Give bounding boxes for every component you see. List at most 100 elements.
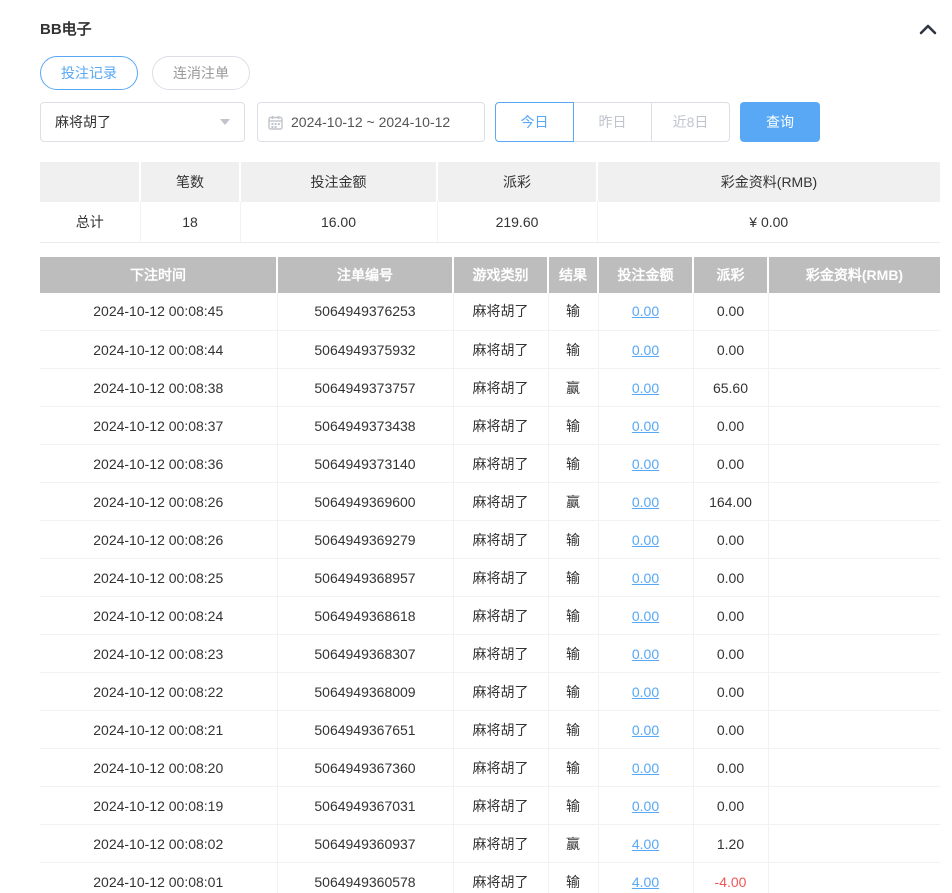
table-row: 2024-10-12 00:08:37 5064949373438 麻将胡了输 0.0… [40, 406, 940, 445]
last-8-days-button[interactable]: 近8日 [651, 102, 730, 142]
cell-result: 赢 [548, 482, 599, 521]
cell-game: 麻将胡了 [453, 710, 549, 749]
cell-bet: 0.00 [598, 672, 694, 711]
cell-bonus [768, 292, 940, 331]
cell-id: 5064949368957 [277, 558, 454, 597]
collapse-button[interactable] [916, 20, 940, 38]
panel-header: BB电子 [40, 18, 940, 39]
cell-game: 麻将胡了 [453, 406, 549, 445]
cell-bet: 0.00 [598, 292, 694, 331]
cell-bonus [768, 748, 940, 787]
cell-result: 输 [548, 710, 599, 749]
bet-amount-link[interactable]: 0.00 [632, 798, 659, 814]
summary-total-count: 18 [140, 202, 241, 243]
cell-id: 5064949367360 [277, 748, 454, 787]
bet-amount-link[interactable]: 0.00 [632, 722, 659, 738]
cell-payout: 0.00 [693, 406, 769, 445]
cell-payout: 0.00 [693, 292, 769, 331]
table-row: 2024-10-12 00:08:24 5064949368618 麻将胡了输 0.0… [40, 596, 940, 635]
table-row: 2024-10-12 00:08:23 5064949368307 麻将胡了输 0.0… [40, 634, 940, 673]
cell-bet: 0.00 [598, 634, 694, 673]
cell-id: 5064949376253 [277, 292, 454, 331]
cell-result: 输 [548, 596, 599, 635]
tab-bet-records[interactable]: 投注记录 [40, 56, 138, 90]
cell-bonus [768, 406, 940, 445]
cell-time: 2024-10-12 00:08:38 [40, 368, 278, 407]
bet-amount-link[interactable]: 0.00 [632, 494, 659, 510]
cell-bet: 0.00 [598, 368, 694, 407]
cell-payout: 1.20 [693, 824, 769, 863]
bet-amount-link[interactable]: 0.00 [632, 532, 659, 548]
cell-bonus [768, 672, 940, 711]
bet-amount-link[interactable]: 4.00 [632, 874, 659, 890]
cell-result: 输 [548, 748, 599, 787]
records-header-bet-id: 注单编号 [277, 256, 454, 293]
cell-bet: 0.00 [598, 748, 694, 787]
bet-amount-link[interactable]: 0.00 [632, 684, 659, 700]
game-select[interactable]: 麻将胡了 [40, 102, 245, 142]
tab-bar: 投注记录 连消注单 [40, 56, 940, 90]
bet-amount-link[interactable]: 0.00 [632, 342, 659, 358]
summary-total-payout: 219.60 [437, 202, 598, 243]
cell-payout: 0.00 [693, 786, 769, 825]
bet-amount-link[interactable]: 0.00 [632, 646, 659, 662]
cell-id: 5064949367031 [277, 786, 454, 825]
cell-bet: 0.00 [598, 406, 694, 445]
cell-bonus [768, 786, 940, 825]
cell-bonus [768, 710, 940, 749]
yesterday-button[interactable]: 昨日 [573, 102, 652, 142]
cell-id: 5064949368009 [277, 672, 454, 711]
date-range-input[interactable]: 2024-10-12 ~ 2024-10-12 [257, 102, 485, 142]
summary-header-count: 笔数 [140, 162, 241, 202]
cell-time: 2024-10-12 00:08:21 [40, 710, 278, 749]
cell-result: 输 [548, 292, 599, 331]
cell-result: 输 [548, 444, 599, 483]
cell-time: 2024-10-12 00:08:37 [40, 406, 278, 445]
bet-records-panel: BB电子 投注记录 连消注单 麻将胡了 2024-10-12 ~ 2024-10… [40, 0, 940, 893]
bet-amount-link[interactable]: 0.00 [632, 608, 659, 624]
cell-id: 5064949369600 [277, 482, 454, 521]
summary-total-bet-amount: 16.00 [240, 202, 438, 243]
bet-amount-link[interactable]: 0.00 [632, 303, 659, 319]
cell-id: 5064949367651 [277, 710, 454, 749]
cell-time: 2024-10-12 00:08:45 [40, 292, 278, 331]
cell-game: 麻将胡了 [453, 672, 549, 711]
cell-game: 麻将胡了 [453, 520, 549, 559]
cell-game: 麻将胡了 [453, 330, 549, 369]
calendar-icon [268, 115, 283, 130]
cell-result: 输 [548, 786, 599, 825]
bet-amount-link[interactable]: 0.00 [632, 760, 659, 776]
cell-time: 2024-10-12 00:08:01 [40, 862, 278, 893]
summary-header-bet-amount: 投注金额 [240, 162, 438, 202]
cell-payout: 0.00 [693, 330, 769, 369]
bet-amount-link[interactable]: 4.00 [632, 836, 659, 852]
bet-amount-link[interactable]: 0.00 [632, 456, 659, 472]
cell-id: 5064949375932 [277, 330, 454, 369]
cell-payout: 0.00 [693, 634, 769, 673]
cell-game: 麻将胡了 [453, 862, 549, 893]
cell-bet: 0.00 [598, 444, 694, 483]
table-row: 2024-10-12 00:08:01 5064949360578 麻将胡了输 4.0… [40, 862, 940, 893]
cell-payout: 0.00 [693, 596, 769, 635]
cell-game: 麻将胡了 [453, 824, 549, 863]
bet-amount-link[interactable]: 0.00 [632, 570, 659, 586]
today-button[interactable]: 今日 [495, 102, 574, 142]
game-select-value: 麻将胡了 [55, 114, 111, 130]
cell-bet: 0.00 [598, 330, 694, 369]
summary-header-empty [40, 162, 141, 202]
bet-amount-link[interactable]: 0.00 [632, 380, 659, 396]
cell-time: 2024-10-12 00:08:25 [40, 558, 278, 597]
cell-id: 5064949368307 [277, 634, 454, 673]
cell-result: 输 [548, 330, 599, 369]
cell-payout: 65.60 [693, 368, 769, 407]
summary-total-bonus: ¥ 0.00 [597, 202, 940, 243]
cell-result: 输 [548, 862, 599, 893]
bet-amount-link[interactable]: 0.00 [632, 418, 659, 434]
cell-result: 输 [548, 672, 599, 711]
tab-cancelled-bets[interactable]: 连消注单 [152, 56, 250, 90]
cell-result: 输 [548, 520, 599, 559]
cell-payout: 164.00 [693, 482, 769, 521]
cell-payout: -4.00 [693, 862, 769, 893]
search-button[interactable]: 查询 [740, 102, 820, 142]
cell-result: 输 [548, 406, 599, 445]
